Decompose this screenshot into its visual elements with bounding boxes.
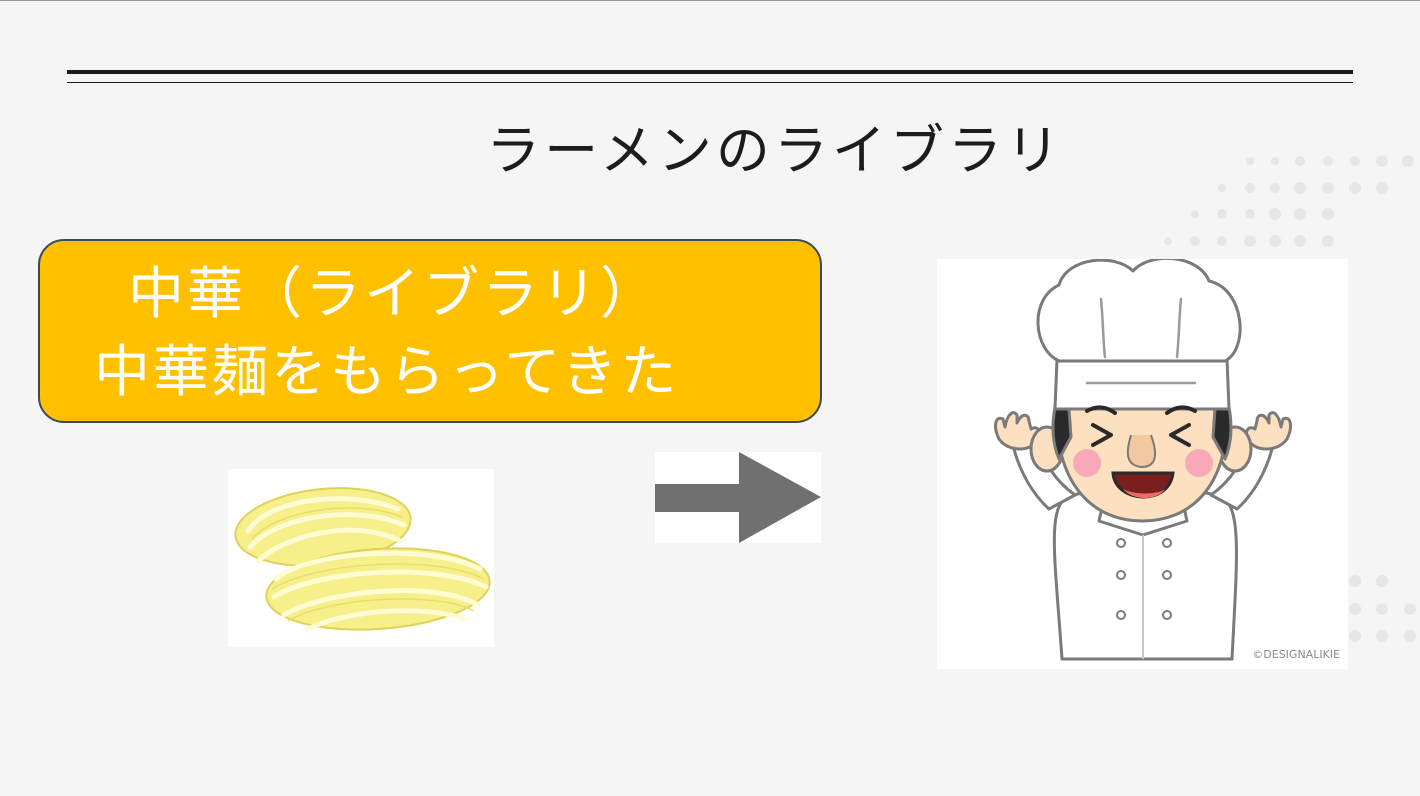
slide-title: ラーメンのライブラリ [486,119,1064,182]
callout-line-1: 中華（ライブラリ） [128,262,659,327]
arrow-image [655,452,821,543]
chef-image: ©DESIGNALIKIE [937,259,1348,669]
noodles-icon [234,487,491,632]
chef-icon [994,259,1292,661]
callout-box: 中華（ライブラリ） 中華麺をもらってきた [38,239,822,423]
slide: ラーメンのライブラリ 中華（ライブラリ） 中華麺をもらってきた ©DESIGNA… [0,0,1420,796]
image-copyright: ©DESIGNALIKIE [1252,648,1340,661]
noodles-image [228,469,494,647]
header-rule-thin [67,82,1353,83]
arrow-right-icon [655,452,821,543]
callout-line-2: 中華麺をもらってきた [94,340,680,405]
header-rule-thick [67,70,1353,74]
